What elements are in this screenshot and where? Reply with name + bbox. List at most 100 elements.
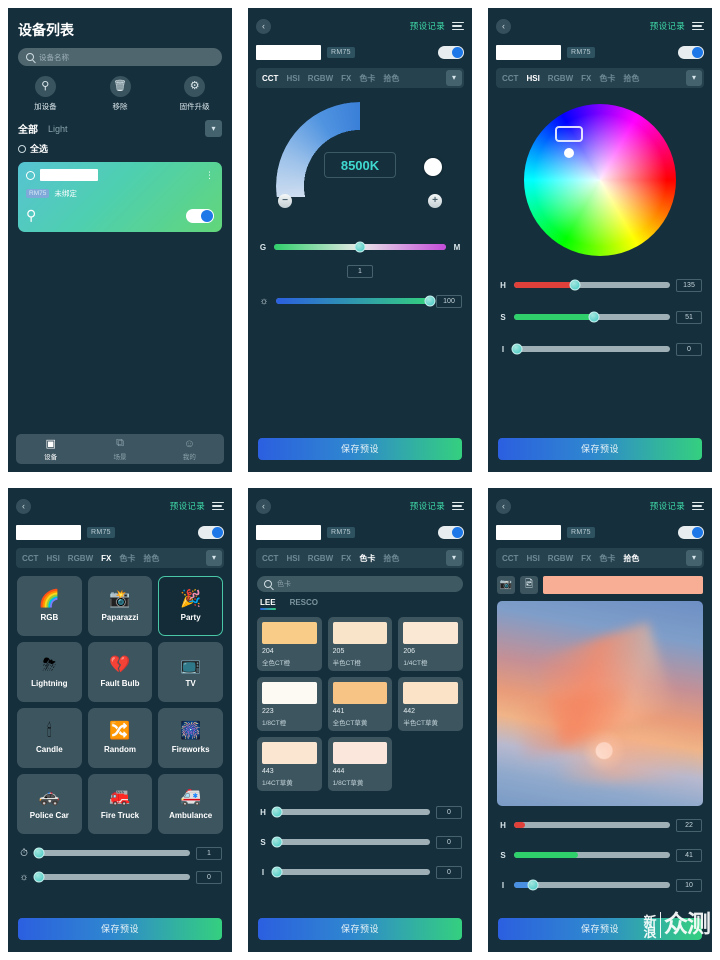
tab-cct[interactable]: CCT <box>502 74 518 83</box>
firmware-upgrade-button[interactable]: ⚙ 固件升级 <box>157 76 232 112</box>
tab-fx[interactable]: FX <box>581 74 591 83</box>
remove-device-button[interactable]: 🗑 移除 <box>83 76 158 112</box>
hamburger-icon[interactable] <box>692 501 704 511</box>
color-card-item[interactable]: 444 1/8CT草黄 <box>327 737 393 791</box>
chevron-down-icon[interactable]: ▾ <box>205 120 222 137</box>
fx-effect-party[interactable]: 🎉 Party <box>158 576 223 636</box>
fx-effect-paparazzi[interactable]: 📸 Paparazzi <box>87 576 153 636</box>
add-device-button[interactable]: ⚲ 加设备 <box>8 76 83 112</box>
tab-rgbw[interactable]: RGBW <box>68 554 93 563</box>
hue-slider[interactable] <box>514 822 670 828</box>
tab-picker[interactable]: 拾色 <box>143 553 159 564</box>
fx-effect-tv[interactable]: 📺 TV <box>158 642 223 702</box>
tab-picker[interactable]: 拾色 <box>623 553 639 564</box>
camera-icon[interactable]: 📷 <box>497 576 515 594</box>
gm-slider[interactable] <box>274 241 446 253</box>
tab-picker[interactable]: 拾色 <box>623 73 639 84</box>
tab-fx[interactable]: FX <box>341 74 351 83</box>
brightness-slider[interactable] <box>33 871 190 883</box>
filter-all[interactable]: 全部 <box>18 121 38 136</box>
save-preset-button[interactable]: 保存预设 <box>498 438 702 460</box>
tab-hsi[interactable]: HSI <box>526 74 539 83</box>
preset-records-link[interactable]: 预设记录 <box>410 500 445 512</box>
color-card-item[interactable]: 442 半色CT草黄 <box>398 677 463 731</box>
color-card-item[interactable]: 441 全色CT草黄 <box>327 677 393 731</box>
fx-effect-fire-truck[interactable]: 🚒 Fire Truck <box>87 774 153 834</box>
back-icon[interactable]: ‹ <box>496 498 511 514</box>
intensity-slider[interactable] <box>511 343 670 355</box>
back-icon[interactable]: ‹ <box>256 18 271 34</box>
device-select-radio[interactable] <box>26 170 35 180</box>
power-toggle[interactable] <box>198 525 224 539</box>
nav-item-scenes[interactable]: ⧉ 场景 <box>85 437 154 461</box>
preset-records-link[interactable]: 预设记录 <box>410 20 445 32</box>
tab-rgbw[interactable]: RGBW <box>308 554 333 563</box>
intensity-slider[interactable] <box>514 879 670 891</box>
tab-hsi[interactable]: HSI <box>286 554 299 563</box>
tab-rgbw[interactable]: RGBW <box>548 554 573 563</box>
device-card[interactable]: ⋮ RM75 未绑定 ⚲ <box>18 162 222 232</box>
color-card-search-input[interactable]: 色卡 <box>257 576 463 592</box>
tab-picker[interactable]: 拾色 <box>383 73 399 84</box>
preset-records-link[interactable]: 预设记录 <box>650 20 685 32</box>
fx-effect-ambulance[interactable]: 🚑 Ambulance <box>158 774 223 834</box>
fx-effect-random[interactable]: 🔀 Random <box>87 708 153 768</box>
brand-tab-lee[interactable]: LEE <box>260 598 276 610</box>
radio-icon[interactable] <box>18 144 26 153</box>
power-toggle[interactable] <box>438 45 464 59</box>
color-card-item[interactable]: 206 1/4CT橙 <box>398 617 463 671</box>
tab-cct[interactable]: CCT <box>262 74 278 83</box>
cct-knob[interactable] <box>424 158 442 176</box>
device-more-icon[interactable]: ⋮ <box>205 171 214 180</box>
nav-item-profile[interactable]: ☺ 我的 <box>155 438 224 461</box>
chevron-down-icon[interactable]: ▾ <box>686 70 702 86</box>
fx-effect-rgb[interactable]: 🌈 RGB <box>17 576 82 636</box>
tab-cct[interactable]: CCT <box>22 554 38 563</box>
hue-slider[interactable] <box>271 806 430 818</box>
fx-effect-fault-bulb[interactable]: 💔 Fault Bulb <box>87 642 153 702</box>
saturation-slider[interactable] <box>514 311 670 323</box>
chevron-down-icon[interactable]: ▾ <box>686 550 702 566</box>
fx-effect-candle[interactable]: 🕯 Candle <box>17 708 82 768</box>
power-toggle[interactable] <box>678 525 704 539</box>
hamburger-icon[interactable] <box>452 21 464 31</box>
power-toggle[interactable] <box>438 525 464 539</box>
tab-color-card[interactable]: 色卡 <box>359 553 375 564</box>
tab-fx[interactable]: FX <box>581 554 591 563</box>
tab-color-card[interactable]: 色卡 <box>599 73 615 84</box>
hamburger-icon[interactable] <box>452 501 464 511</box>
hue-slider[interactable] <box>514 279 670 291</box>
tab-rgbw[interactable]: RGBW <box>308 74 333 83</box>
tab-color-card[interactable]: 色卡 <box>119 553 135 564</box>
tab-color-card[interactable]: 色卡 <box>359 73 375 84</box>
color-wheel-marker[interactable] <box>564 148 574 158</box>
preset-records-link[interactable]: 预设记录 <box>170 500 205 512</box>
speed-slider[interactable] <box>33 847 190 859</box>
saturation-slider[interactable] <box>271 836 430 848</box>
tab-fx[interactable]: FX <box>341 554 351 563</box>
fx-effect-fireworks[interactable]: 🎆 Fireworks <box>158 708 223 768</box>
power-toggle[interactable] <box>678 45 704 59</box>
color-card-item[interactable]: 443 1/4CT草黄 <box>257 737 322 791</box>
nav-item-devices[interactable]: ▣ 设备 <box>16 437 85 461</box>
select-all-row[interactable]: 全选 <box>8 137 232 155</box>
tab-fx[interactable]: FX <box>101 554 111 563</box>
tab-hsi[interactable]: HSI <box>46 554 59 563</box>
intensity-slider[interactable] <box>271 866 430 878</box>
back-icon[interactable]: ‹ <box>496 18 511 34</box>
brand-tab-resco[interactable]: RESCO <box>290 598 318 610</box>
chevron-down-icon[interactable]: ▾ <box>446 550 462 566</box>
hamburger-icon[interactable] <box>212 501 224 511</box>
tab-rgbw[interactable]: RGBW <box>548 74 573 83</box>
cct-decrease-button[interactable]: − <box>278 194 292 208</box>
color-card-item[interactable]: 204 全色CT橙 <box>257 617 322 671</box>
cct-increase-button[interactable]: + <box>428 194 442 208</box>
tab-picker[interactable]: 拾色 <box>383 553 399 564</box>
cct-arc[interactable] <box>276 102 444 197</box>
device-power-toggle[interactable] <box>186 208 214 223</box>
brightness-slider[interactable] <box>276 295 436 307</box>
back-icon[interactable]: ‹ <box>16 498 31 514</box>
sunset-sky-photo[interactable] <box>497 601 703 806</box>
color-wheel[interactable] <box>524 104 676 256</box>
filter-light[interactable]: Light <box>48 124 68 134</box>
